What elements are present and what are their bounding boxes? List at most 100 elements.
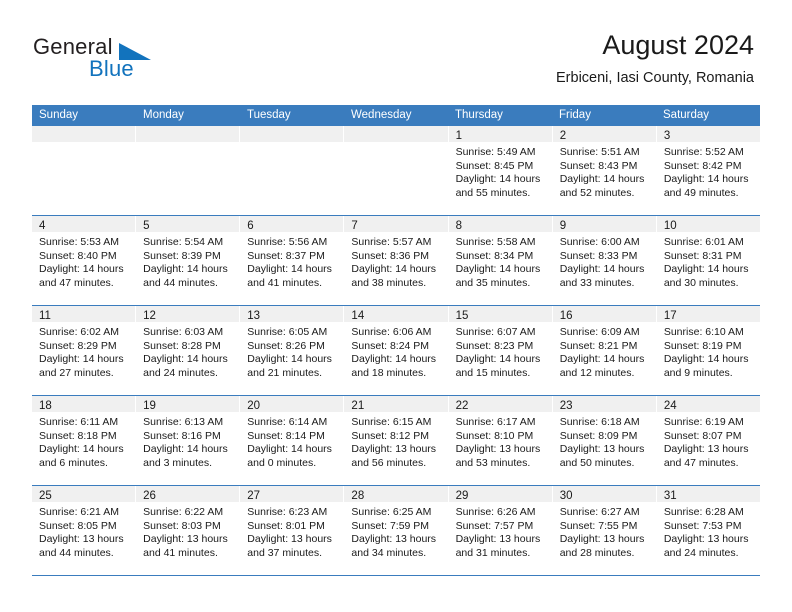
daylight-duration-line1: Daylight: 14 hours bbox=[663, 353, 749, 366]
day-number: 7 bbox=[351, 220, 358, 232]
day-number: 18 bbox=[39, 400, 52, 412]
calendar-day-cell[interactable]: 22 Sunrise: 6:17 AM Sunset: 8:10 PM Dayligh… bbox=[448, 396, 553, 485]
calendar-day-cell[interactable]: 20 Sunrise: 6:14 AM Sunset: 8:14 PM Dayligh… bbox=[240, 396, 345, 485]
day-number: 1 bbox=[455, 130, 462, 142]
calendar-day-cell[interactable]: 15 Sunrise: 6:07 AM Sunset: 8:23 PM Dayligh… bbox=[448, 306, 553, 395]
page-subtitle: Erbiceni, Iasi County, Romania bbox=[556, 70, 754, 86]
calendar-day-cell[interactable]: 23 Sunrise: 6:18 AM Sunset: 8:09 PM Dayligh… bbox=[552, 396, 657, 485]
day-number-band: 4 bbox=[32, 216, 136, 232]
calendar-day-cell[interactable]: 29 Sunrise: 6:26 AM Sunset: 7:57 PM Dayligh… bbox=[448, 486, 553, 575]
day-number-band: 29 bbox=[448, 486, 552, 502]
title-block: August 2024 Erbiceni, Iasi County, Roman… bbox=[556, 28, 754, 87]
daylight-duration-line2: and 37 minutes. bbox=[247, 546, 322, 559]
day-details: Sunrise: 6:07 AM Sunset: 8:23 PM Daylight:… bbox=[449, 322, 552, 380]
sunrise-time: Sunrise: 6:17 AM bbox=[455, 416, 536, 428]
daylight-duration-line2: and 55 minutes. bbox=[455, 186, 531, 199]
day-number-band: 7 bbox=[344, 216, 448, 232]
calendar-day-cell[interactable]: 26 Sunrise: 6:22 AM Sunset: 8:03 PM Dayligh… bbox=[136, 486, 241, 575]
daylight-duration-line2: and 47 minutes. bbox=[663, 456, 739, 469]
day-details: Sunrise: 6:15 AM Sunset: 8:12 PM Daylight:… bbox=[344, 412, 447, 470]
day-number-band: 12 bbox=[136, 306, 240, 322]
sunset-time: Sunset: 8:19 PM bbox=[663, 339, 742, 352]
sunset-time: Sunset: 8:18 PM bbox=[39, 429, 117, 442]
calendar-day-cell[interactable]: 9 Sunrise: 6:00 AM Sunset: 8:33 PM Daylight… bbox=[552, 216, 657, 305]
calendar-day-cell[interactable]: 31 Sunrise: 6:28 AM Sunset: 7:53 PM Dayligh… bbox=[656, 486, 760, 575]
daylight-duration-line2: and 30 minutes. bbox=[663, 276, 739, 289]
day-number-band: 17 bbox=[656, 306, 760, 322]
calendar-day-cell[interactable]: 19 Sunrise: 6:13 AM Sunset: 8:16 PM Dayligh… bbox=[136, 396, 241, 485]
calendar-day-cell[interactable]: 28 Sunrise: 6:25 AM Sunset: 7:59 PM Dayligh… bbox=[344, 486, 449, 575]
weekday-header-sunday: Sunday bbox=[39, 109, 79, 121]
calendar-day-cell[interactable]: 6 Sunrise: 5:56 AM Sunset: 8:37 PM Daylight… bbox=[240, 216, 345, 305]
general-blue-logo[interactable]: General Blue bbox=[33, 34, 263, 86]
calendar-day-cell[interactable]: 24 Sunrise: 6:19 AM Sunset: 8:07 PM Dayligh… bbox=[656, 396, 760, 485]
calendar-day-cell[interactable]: 10 Sunrise: 6:01 AM Sunset: 8:31 PM Dayligh… bbox=[656, 216, 760, 305]
sunset-time: Sunset: 8:09 PM bbox=[559, 429, 638, 442]
day-number-band: 26 bbox=[136, 486, 240, 502]
sunset-time: Sunset: 7:59 PM bbox=[351, 519, 430, 532]
calendar-day-cell[interactable]: 1 Sunrise: 5:49 AM Sunset: 8:45 PM Daylight… bbox=[448, 126, 553, 215]
calendar-day-cell[interactable]: 27 Sunrise: 6:23 AM Sunset: 8:01 PM Dayligh… bbox=[240, 486, 345, 575]
calendar-day-cell[interactable]: 25 Sunrise: 6:21 AM Sunset: 8:05 PM Dayligh… bbox=[32, 486, 137, 575]
calendar-week-row: 4 Sunrise: 5:53 AM Sunset: 8:40 PM Daylight… bbox=[32, 216, 760, 306]
sunset-time: Sunset: 8:01 PM bbox=[247, 519, 325, 532]
day-number-band: 19 bbox=[136, 396, 240, 412]
day-details: Sunrise: 6:26 AM Sunset: 7:57 PM Daylight:… bbox=[449, 502, 552, 560]
daylight-duration-line1: Daylight: 14 hours bbox=[39, 443, 124, 456]
daylight-duration-line1: Daylight: 14 hours bbox=[143, 263, 228, 276]
daylight-duration-line1: Daylight: 14 hours bbox=[663, 173, 749, 186]
day-details: Sunrise: 6:25 AM Sunset: 7:59 PM Daylight:… bbox=[344, 502, 447, 560]
calendar-week-row: 11 Sunrise: 6:02 AM Sunset: 8:29 PM Dayligh… bbox=[32, 306, 760, 396]
calendar-day-cell[interactable]: 7 Sunrise: 5:57 AM Sunset: 8:36 PM Daylight… bbox=[344, 216, 449, 305]
weekday-header-monday: Monday bbox=[143, 109, 184, 121]
daylight-duration-line2: and 24 minutes. bbox=[143, 366, 218, 379]
daylight-duration-line1: Daylight: 14 hours bbox=[559, 263, 645, 276]
sunrise-time: Sunrise: 5:51 AM bbox=[559, 146, 640, 158]
day-number: 19 bbox=[143, 400, 156, 412]
daylight-duration-line1: Daylight: 14 hours bbox=[247, 443, 332, 456]
calendar-day-cell[interactable]: 21 Sunrise: 6:15 AM Sunset: 8:12 PM Dayligh… bbox=[344, 396, 449, 485]
calendar-day-cell[interactable]: 2 Sunrise: 5:51 AM Sunset: 8:43 PM Daylight… bbox=[552, 126, 657, 215]
sunset-time: Sunset: 8:36 PM bbox=[351, 249, 430, 262]
calendar-day-cell[interactable]: 5 Sunrise: 5:54 AM Sunset: 8:39 PM Daylight… bbox=[136, 216, 241, 305]
sunrise-time: Sunrise: 6:05 AM bbox=[247, 326, 328, 338]
calendar-day-cell[interactable]: 30 Sunrise: 6:27 AM Sunset: 7:55 PM Dayligh… bbox=[552, 486, 657, 575]
calendar-day-cell-empty bbox=[32, 126, 137, 215]
sunrise-time: Sunrise: 6:15 AM bbox=[351, 416, 432, 428]
calendar-day-cell[interactable]: 3 Sunrise: 5:52 AM Sunset: 8:42 PM Daylight… bbox=[656, 126, 760, 215]
day-number: 26 bbox=[143, 490, 156, 502]
daylight-duration-line1: Daylight: 14 hours bbox=[39, 353, 124, 366]
calendar-day-cell[interactable]: 8 Sunrise: 5:58 AM Sunset: 8:34 PM Daylight… bbox=[448, 216, 553, 305]
sunrise-time: Sunrise: 6:07 AM bbox=[455, 326, 536, 338]
daylight-duration-line2: and 27 minutes. bbox=[39, 366, 114, 379]
daylight-duration-line1: Daylight: 14 hours bbox=[455, 353, 541, 366]
day-number: 13 bbox=[247, 310, 261, 322]
daylight-duration-line1: Daylight: 13 hours bbox=[455, 533, 541, 546]
calendar-day-cell[interactable]: 18 Sunrise: 6:11 AM Sunset: 8:18 PM Dayligh… bbox=[32, 396, 137, 485]
day-details: Sunrise: 5:58 AM Sunset: 8:34 PM Daylight:… bbox=[449, 232, 552, 290]
day-number: 11 bbox=[39, 310, 51, 322]
calendar-day-cell[interactable]: 16 Sunrise: 6:09 AM Sunset: 8:21 PM Dayligh… bbox=[552, 306, 657, 395]
sunrise-time: Sunrise: 6:14 AM bbox=[247, 416, 328, 428]
day-number-band bbox=[240, 126, 344, 142]
calendar-day-cell[interactable]: 11 Sunrise: 6:02 AM Sunset: 8:29 PM Dayligh… bbox=[32, 306, 137, 395]
day-details: Sunrise: 5:49 AM Sunset: 8:45 PM Daylight:… bbox=[449, 142, 552, 200]
sunrise-time: Sunrise: 5:56 AM bbox=[247, 236, 328, 248]
day-details: Sunrise: 5:54 AM Sunset: 8:39 PM Daylight:… bbox=[136, 232, 239, 290]
day-number: 23 bbox=[559, 400, 573, 412]
daylight-duration-line2: and 15 minutes. bbox=[455, 366, 531, 379]
calendar-day-cell[interactable]: 4 Sunrise: 5:53 AM Sunset: 8:40 PM Daylight… bbox=[32, 216, 137, 305]
daylight-duration-line2: and 34 minutes. bbox=[351, 546, 427, 559]
calendar-day-cell[interactable]: 14 Sunrise: 6:06 AM Sunset: 8:24 PM Dayligh… bbox=[344, 306, 449, 395]
day-number-band: 20 bbox=[240, 396, 344, 412]
daylight-duration-line2: and 53 minutes. bbox=[455, 456, 531, 469]
weekday-header-thursday: Thursday bbox=[455, 109, 503, 121]
daylight-duration-line1: Daylight: 13 hours bbox=[663, 443, 749, 456]
calendar-day-cell[interactable]: 12 Sunrise: 6:03 AM Sunset: 8:28 PM Dayligh… bbox=[136, 306, 241, 395]
calendar-day-cell[interactable]: 13 Sunrise: 6:05 AM Sunset: 8:26 PM Dayligh… bbox=[240, 306, 345, 395]
calendar-day-cell[interactable]: 17 Sunrise: 6:10 AM Sunset: 8:19 PM Dayligh… bbox=[656, 306, 760, 395]
daylight-duration-line2: and 28 minutes. bbox=[559, 546, 635, 559]
day-number: 5 bbox=[143, 220, 150, 232]
sunset-time: Sunset: 8:40 PM bbox=[39, 249, 117, 262]
calendar-day-cell-empty bbox=[240, 126, 345, 215]
